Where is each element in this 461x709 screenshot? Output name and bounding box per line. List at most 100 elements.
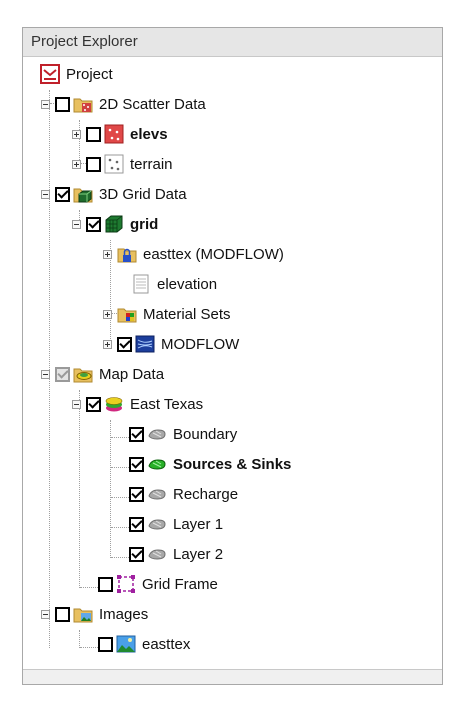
grid-frame-icon [116,574,136,594]
tree-node-east-texas[interactable]: East Texas [72,390,203,418]
visibility-checkbox[interactable] [98,636,113,652]
tree-guide [79,390,80,588]
tree-label: 2D Scatter Data [99,95,206,113]
visibility-checkbox[interactable] [98,576,113,592]
tree-guide [111,497,129,498]
project-icon [40,64,60,84]
tree-node-easttex-image[interactable]: easttex [98,630,190,658]
folder-materials-icon [117,304,137,324]
tree-guide [111,527,129,528]
tree-label: East Texas [130,395,204,413]
image-icon [116,634,136,654]
tree-node-sources-sinks[interactable]: Sources & Sinks [129,450,291,478]
expand-toggle[interactable] [72,159,81,169]
tree-label: easttex (MODFLOW) [143,245,284,263]
visibility-checkbox[interactable] [129,426,144,442]
tree-label: Images [99,605,149,623]
coverage-green-icon [147,454,167,474]
collapse-toggle[interactable] [72,219,81,229]
collapse-toggle[interactable] [41,369,50,379]
tree-guide [111,437,129,438]
tree-node-map-data[interactable]: Map Data [41,360,164,388]
coverage-gray-icon [147,424,167,444]
tree-node-project[interactable]: Project [40,60,113,88]
expand-toggle[interactable] [72,129,81,139]
tree-guide [111,467,129,468]
tree-label: Layer 1 [173,515,224,533]
coverage-gray-icon [147,544,167,564]
visibility-checkbox[interactable] [129,456,144,472]
coverage-gray-icon [147,484,167,504]
collapse-toggle[interactable] [41,99,50,109]
collapse-toggle[interactable] [41,189,50,199]
tree-node-elevation[interactable]: elevation [131,270,217,298]
tree-node-3d-grid-data[interactable]: 3D Grid Data [41,180,187,208]
tree-label: terrain [130,155,173,173]
tree-label: elevation [157,275,218,293]
tree-guide [110,420,111,558]
visibility-checkbox[interactable] [129,516,144,532]
visibility-checkbox[interactable] [55,606,70,622]
folder-scatter-icon [73,94,93,114]
document-icon [131,274,151,294]
visibility-checkbox[interactable] [86,126,101,142]
tree-guide [79,630,80,648]
panel-title: Project Explorer [23,28,442,57]
scatter-red-icon [104,124,124,144]
visibility-checkbox[interactable] [55,366,70,382]
tree-node-grid-frame[interactable]: Grid Frame [98,570,218,598]
grid-cube-icon [104,214,124,234]
tree-node-recharge[interactable]: Recharge [129,480,238,508]
tree-label: 3D Grid Data [99,185,187,203]
tree-label: Grid Frame [142,575,218,593]
tree-label: Sources & Sinks [173,455,292,473]
layers-icon [104,394,124,414]
folder-images-icon [73,604,93,624]
folder-map-icon [73,364,93,384]
tree-label: Map Data [99,365,165,383]
collapse-toggle[interactable] [41,609,50,619]
visibility-checkbox[interactable] [55,96,70,112]
tree-guide [111,557,129,558]
tree-guide [80,647,98,648]
visibility-checkbox[interactable] [86,216,101,232]
tree-node-layer-1[interactable]: Layer 1 [129,510,223,538]
tree-node-2d-scatter-data[interactable]: 2D Scatter Data [41,90,206,118]
expand-toggle[interactable] [103,249,112,259]
tree-guide [80,587,98,588]
coverage-gray-icon [147,514,167,534]
tree-label: elevs [130,125,168,143]
folder-lock-icon [117,244,137,264]
visibility-checkbox[interactable] [86,396,101,412]
visibility-checkbox[interactable] [129,546,144,562]
tree-label: Material Sets [143,305,231,323]
collapse-toggle[interactable] [72,399,81,409]
scatter-white-icon [104,154,124,174]
visibility-checkbox[interactable] [129,486,144,502]
project-explorer-panel: Project Explorer Project 2D Scatter Data [22,27,443,685]
tree-node-layer-2[interactable]: Layer 2 [129,540,223,568]
visibility-checkbox[interactable] [117,336,132,352]
tree-node-material-sets[interactable]: Material Sets [103,300,231,328]
tree-node-boundary[interactable]: Boundary [129,420,237,448]
tree-label: MODFLOW [161,335,240,353]
expand-toggle[interactable] [103,339,112,349]
folder-grid-icon [73,184,93,204]
tree-label: Boundary [173,425,238,443]
modflow-icon [135,334,155,354]
panel-bottom-bar [23,669,442,684]
tree-node-grid[interactable]: grid [72,210,158,238]
expand-toggle[interactable] [103,309,112,319]
tree-node-terrain[interactable]: terrain [72,150,173,178]
tree-label: grid [130,215,159,233]
visibility-checkbox[interactable] [55,186,70,202]
visibility-checkbox[interactable] [86,156,101,172]
tree-node-modflow[interactable]: MODFLOW [103,330,239,358]
tree-label: Layer 2 [173,545,224,563]
tree-label: Recharge [173,485,239,503]
tree-node-elevs[interactable]: elevs [72,120,168,148]
tree-label: easttex [142,635,191,653]
tree-node-images[interactable]: Images [41,600,148,628]
tree-label: Project [66,65,113,83]
tree-node-easttex-modflow[interactable]: easttex (MODFLOW) [103,240,284,268]
